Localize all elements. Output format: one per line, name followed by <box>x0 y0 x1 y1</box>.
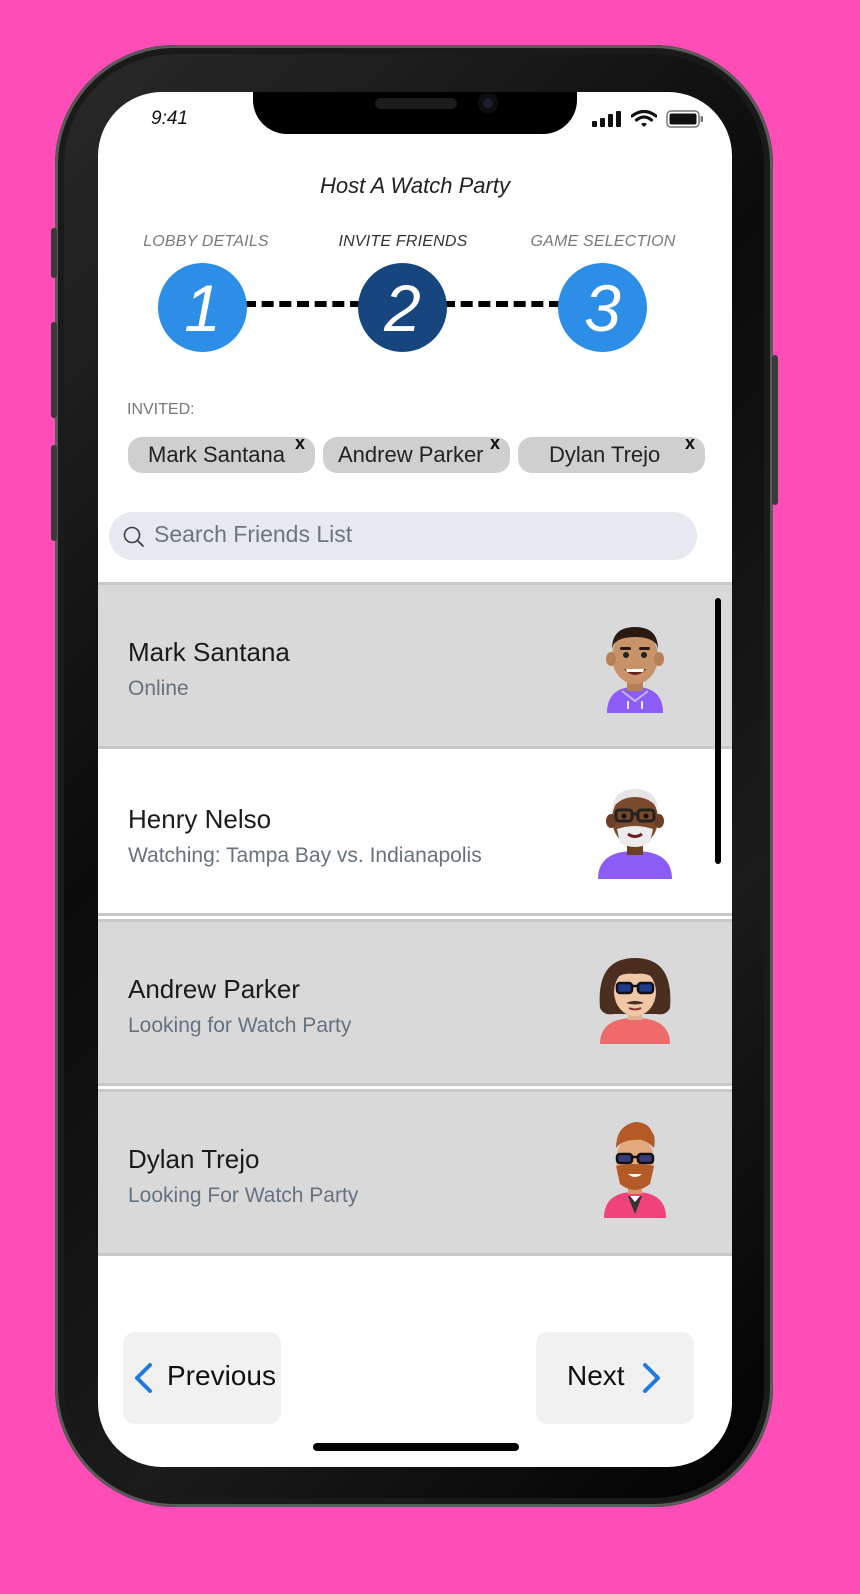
chip-name: Mark Santana <box>148 442 285 467</box>
invited-label: INVITED: <box>127 401 195 418</box>
friend-row[interactable]: Mark Santana Online <box>98 582 732 749</box>
step-3-circle[interactable]: 3 <box>558 263 647 352</box>
invited-chip: Andrew Parker x <box>323 433 510 473</box>
chip-remove-button[interactable]: x <box>490 433 500 454</box>
wifi-icon <box>631 110 657 127</box>
status-time: 9:41 <box>151 108 188 129</box>
friend-name: Andrew Parker <box>128 974 300 1004</box>
phone-screen: 9:41 Host A Watch Party LOBBY DETAILS IN… <box>98 92 732 1467</box>
status-icons <box>592 110 704 128</box>
camera <box>478 93 498 113</box>
step-1-circle[interactable]: 1 <box>158 263 247 352</box>
friend-row[interactable]: Andrew Parker Looking for Watch Party <box>98 919 732 1086</box>
page-title: Host A Watch Party <box>320 173 510 198</box>
step-1-label: LOBBY DETAILS <box>143 233 269 250</box>
avatar-dylan <box>604 1122 666 1218</box>
chevron-right-icon <box>643 1363 660 1393</box>
battery-icon <box>666 110 703 128</box>
friend-status: Looking For Watch Party <box>128 1184 359 1207</box>
friend-name: Mark Santana <box>128 637 290 667</box>
avatar-henry <box>598 789 672 879</box>
phone-volume-up <box>51 322 57 418</box>
search-icon <box>123 526 144 547</box>
home-indicator[interactable] <box>313 1443 519 1451</box>
step-connector-2 <box>443 301 561 307</box>
step-2-circle[interactable]: 2 <box>358 263 447 352</box>
chip-name: Dylan Trejo <box>549 442 661 467</box>
chip-remove-button[interactable]: x <box>685 433 695 454</box>
step-2-label: INVITE FRIENDS <box>338 233 468 250</box>
friend-row[interactable]: Dylan Trejo Looking For Watch Party <box>98 1089 732 1256</box>
friend-status: Looking for Watch Party <box>128 1014 352 1037</box>
search-input[interactable]: Search Friends List <box>109 512 697 560</box>
phone-mute-switch <box>51 228 57 278</box>
phone-volume-down <box>51 445 57 541</box>
next-button[interactable]: Next <box>536 1332 694 1424</box>
friend-row[interactable]: Henry Nelso Watching: Tampa Bay vs. Indi… <box>98 749 732 916</box>
friend-status: Online <box>128 677 189 700</box>
invited-chip: Dylan Trejo x <box>518 433 705 473</box>
invited-chip: Mark Santana x <box>128 433 315 473</box>
phone-power-button <box>772 355 778 505</box>
search-placeholder: Search Friends List <box>154 521 353 547</box>
previous-button[interactable]: Previous <box>123 1332 281 1424</box>
avatar-andrew <box>599 958 671 1044</box>
notch <box>253 92 577 134</box>
step-3-label: GAME SELECTION <box>530 233 676 250</box>
friend-name: Henry Nelso <box>128 804 272 834</box>
list-scrollbar[interactable] <box>715 598 721 864</box>
signal-icon <box>592 111 621 127</box>
next-label: Next <box>567 1360 625 1391</box>
chevron-left-icon <box>135 1363 152 1393</box>
chip-remove-button[interactable]: x <box>295 433 305 454</box>
speaker <box>375 98 457 109</box>
previous-label: Previous <box>167 1360 276 1391</box>
friend-status: Watching: Tampa Bay vs. Indianapolis <box>128 844 482 867</box>
chip-name: Andrew Parker <box>338 442 484 467</box>
avatar-mark <box>606 627 664 713</box>
friend-name: Dylan Trejo <box>128 1144 260 1174</box>
step-connector-1 <box>244 301 362 307</box>
